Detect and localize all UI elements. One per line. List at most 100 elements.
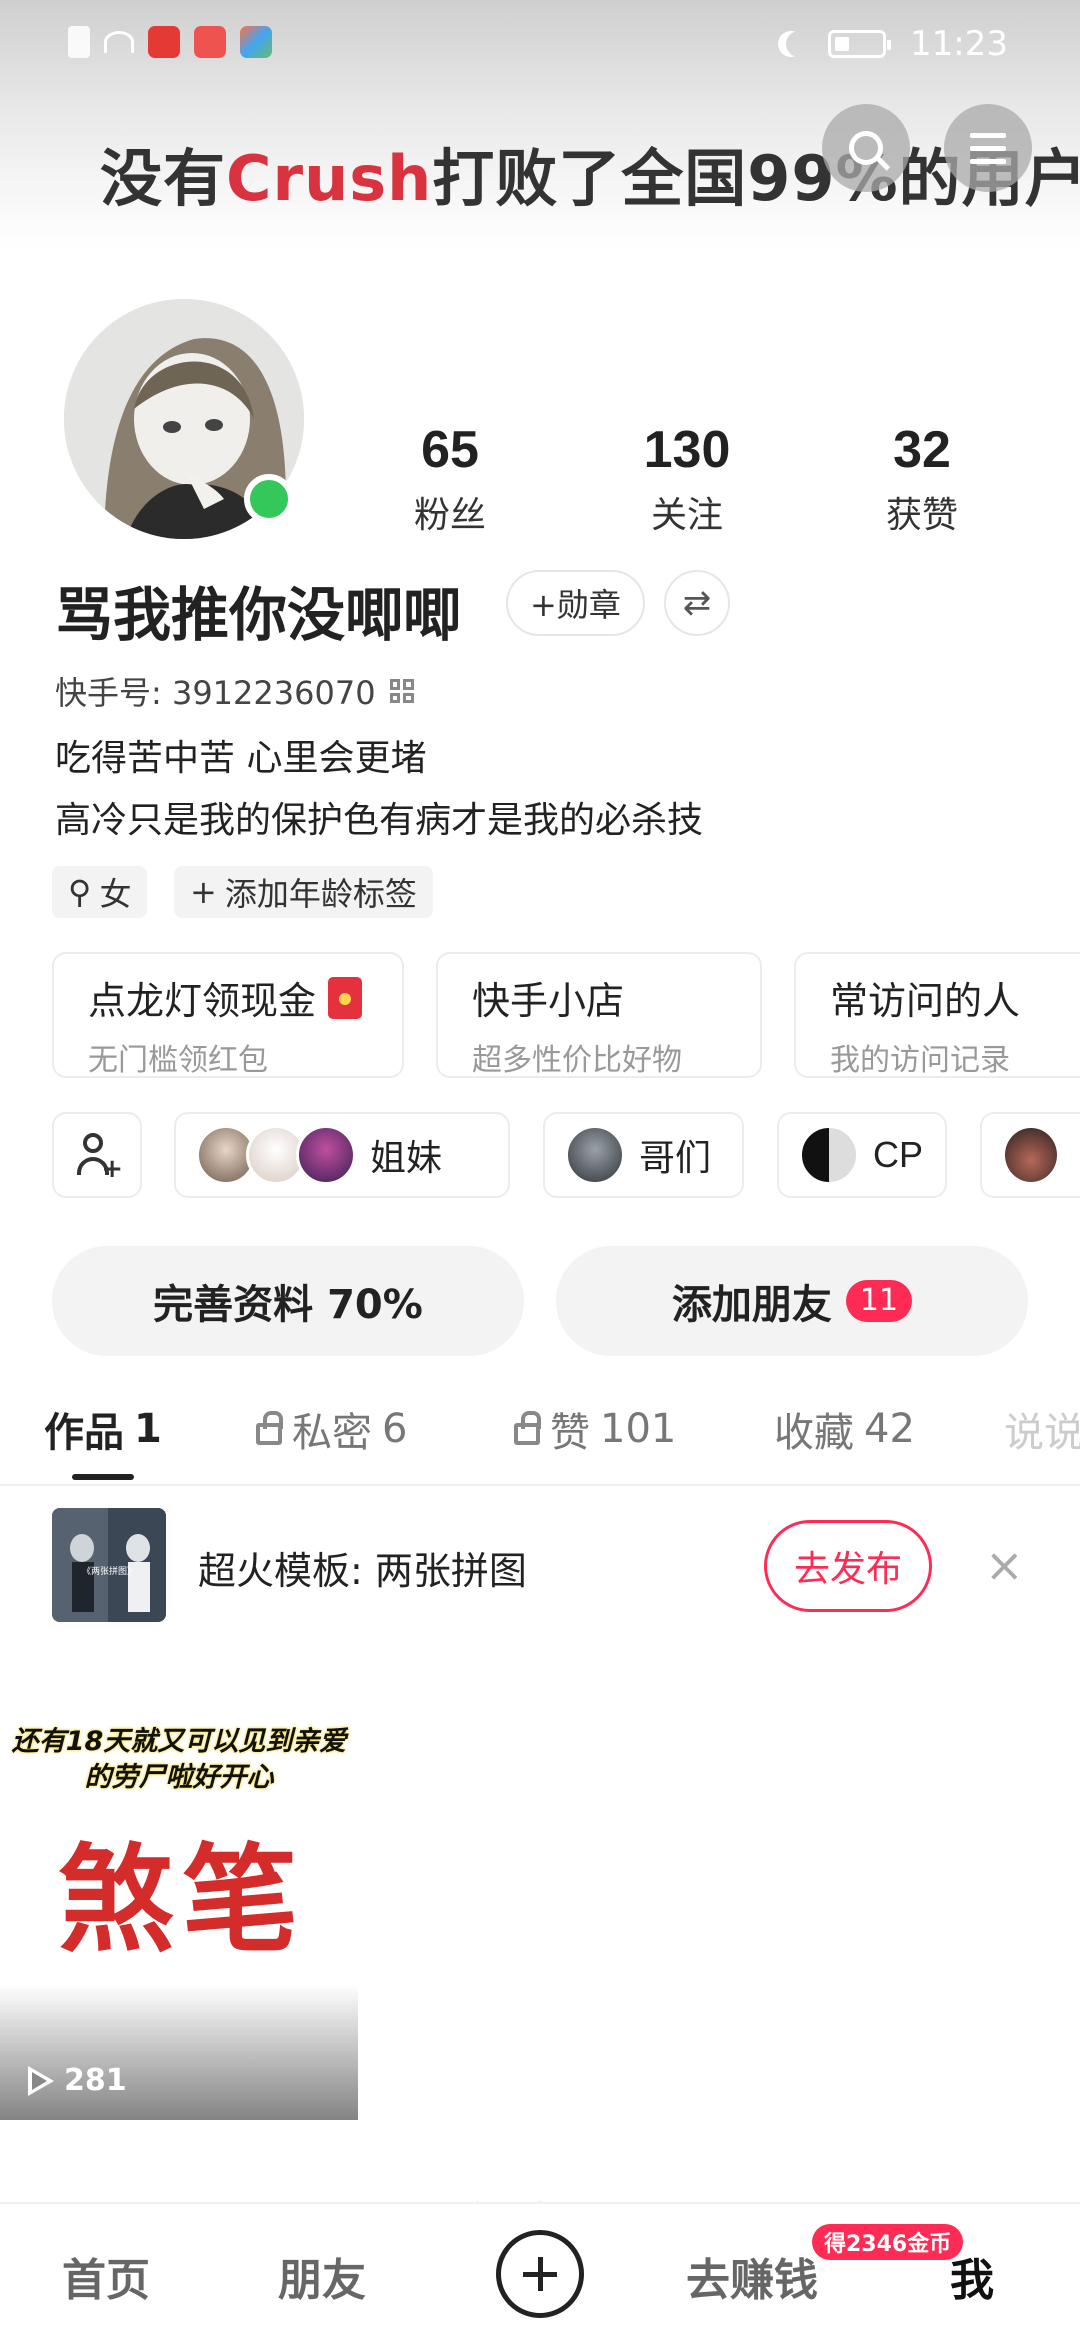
- active-tab-indicator: [72, 1474, 134, 1480]
- tab-works[interactable]: 作品 1: [44, 1400, 162, 1458]
- bio-line-1: 吃得苦中苦 心里会更堵: [55, 738, 427, 779]
- video-big-text: 煞笔: [58, 1833, 306, 1968]
- stat-following-value: 130: [643, 421, 731, 479]
- nav-earn[interactable]: 去赚钱: [686, 2244, 818, 2308]
- template-thumbnail[interactable]: 《两张拼图》: [52, 1508, 166, 1622]
- stat-fans-value: 65: [421, 421, 479, 479]
- user-id[interactable]: 快手号: 3912236070: [55, 668, 414, 714]
- video-card[interactable]: 还有18天就又可以见到亲爱的劳尸啦好开心 煞笔 281: [0, 1716, 358, 2120]
- tab-favorites-label: 收藏: [774, 1410, 854, 1456]
- complete-profile-button[interactable]: 完善资料 70%: [52, 1246, 524, 1356]
- group-cp[interactable]: CP: [777, 1112, 947, 1198]
- tab-liked[interactable]: 赞 101: [514, 1400, 676, 1458]
- sim-icon: [68, 26, 90, 58]
- group-avatar: [296, 1125, 356, 1185]
- menu-button[interactable]: [944, 104, 1032, 192]
- bio-line-2: 高冷只是我的保护色有病才是我的必杀技: [55, 800, 704, 841]
- swap-icon: ⇄: [682, 583, 712, 623]
- tab-favorites[interactable]: 收藏 42: [774, 1400, 915, 1458]
- nav-home[interactable]: 首页: [62, 2244, 150, 2308]
- online-status-dot: [244, 474, 294, 524]
- video-shade: [0, 1984, 358, 2120]
- tab-favorites-count: 42: [864, 1406, 915, 1452]
- search-button[interactable]: [822, 104, 910, 192]
- status-icons-right: 11:23: [778, 24, 1008, 64]
- tab-private-count: 6: [382, 1406, 408, 1452]
- gender-tag[interactable]: ⚲ 女: [52, 866, 148, 918]
- user-id-label: 快手号: 3912236070: [55, 674, 376, 712]
- do-not-disturb-icon: [786, 31, 812, 57]
- play-count: 281: [28, 2063, 127, 2098]
- tab-private[interactable]: 私密 6: [256, 1400, 407, 1458]
- play-icon: [28, 2065, 54, 2096]
- tab-posts-label: 说说: [1004, 1410, 1080, 1456]
- status-time: 11:23: [910, 24, 1008, 64]
- play-count-value: 281: [64, 2063, 127, 2098]
- lock-icon: [514, 1411, 541, 1445]
- publish-button[interactable]: 去发布: [764, 1520, 932, 1612]
- card-lantern-sub: 无门槛领红包: [88, 1043, 268, 1078]
- stat-following-label: 关注: [650, 495, 723, 536]
- group-brothers-label: 哥们: [639, 1138, 712, 1179]
- tab-private-label: 私密: [292, 1410, 372, 1456]
- qr-code-icon[interactable]: [389, 679, 414, 703]
- card-shop[interactable]: 快手小店 超多性价比好物: [436, 952, 762, 1078]
- card-visitors-sub: 我的访问记录: [830, 1043, 1010, 1078]
- nav-friends[interactable]: 朋友: [278, 2244, 366, 2308]
- coin-reward-badge: 得2346金币: [812, 2224, 964, 2260]
- add-age-tag[interactable]: + 添加年龄标签: [174, 866, 433, 918]
- tab-liked-label: 赞: [550, 1410, 590, 1456]
- tab-works-count: 1: [134, 1406, 162, 1452]
- card-lantern-cash[interactable]: 点龙灯领现金 无门槛领红包: [52, 952, 404, 1078]
- stat-fans[interactable]: 65 粉丝: [370, 420, 530, 538]
- group-brothers[interactable]: 哥们: [543, 1112, 744, 1198]
- status-bar: 11:23: [0, 0, 1080, 90]
- switch-account-button[interactable]: ⇄: [664, 570, 730, 636]
- add-medal-button[interactable]: +勋章: [506, 570, 645, 636]
- group-avatar: [799, 1125, 859, 1185]
- menu-icon: [970, 132, 1006, 164]
- tab-works-label: 作品: [44, 1410, 124, 1456]
- nickname: 骂我推你没唧唧: [55, 581, 462, 649]
- add-friend-badge: 11: [845, 1280, 913, 1322]
- tab-divider: [0, 1484, 1080, 1486]
- add-group-button[interactable]: +: [52, 1112, 142, 1198]
- video-caption: 还有18天就又可以见到亲爱的劳尸啦好开心: [11, 1726, 347, 1793]
- close-icon[interactable]: ×: [985, 1540, 1024, 1590]
- red-envelope-icon: [328, 976, 363, 1019]
- stat-following[interactable]: 130 关注: [607, 420, 767, 538]
- card-lantern-title: 点龙灯领现金: [88, 979, 317, 1023]
- stat-likes-label: 获赞: [885, 495, 958, 536]
- lock-icon: [256, 1411, 283, 1445]
- stat-likes-value: 32: [893, 421, 951, 479]
- app-notify-icon-2: [194, 26, 226, 58]
- group-avatar: [1002, 1125, 1060, 1185]
- card-shop-sub: 超多性价比好物: [472, 1043, 682, 1078]
- group-more[interactable]: [980, 1112, 1080, 1198]
- app-notify-icon-1: [148, 26, 180, 58]
- card-frequent-visitors[interactable]: 常访问的人 我的访问记录: [794, 952, 1080, 1078]
- bio: 吃得苦中苦 心里会更堵 高冷只是我的保护色有病才是我的必杀技: [55, 728, 703, 852]
- stat-fans-label: 粉丝: [413, 495, 486, 536]
- stat-likes[interactable]: 32 获赞: [842, 420, 1002, 538]
- add-person-icon: +: [77, 1133, 123, 1182]
- cover-text-prefix: 没有: [100, 142, 227, 215]
- female-icon: ⚲: [68, 873, 92, 911]
- create-post-button[interactable]: [496, 2230, 584, 2318]
- group-avatar: [565, 1125, 625, 1185]
- tab-posts[interactable]: 说说: [1004, 1400, 1080, 1458]
- template-thumb-text: 《两张拼图》: [82, 1565, 136, 1577]
- add-friend-button[interactable]: 添加朋友 11: [556, 1246, 1028, 1356]
- wifi-icon: [104, 31, 134, 53]
- group-sisters[interactable]: 姐妹: [174, 1112, 510, 1198]
- add-age-tag-label: 添加年龄标签: [224, 875, 417, 913]
- app-notify-icon-3: [240, 26, 272, 58]
- bottom-nav: 首页 朋友 去赚钱 我: [0, 2202, 1080, 2340]
- search-icon: [849, 131, 883, 165]
- group-cp-label: CP: [873, 1134, 924, 1175]
- complete-profile-label: 完善资料 70%: [153, 1282, 423, 1328]
- tab-liked-count: 101: [600, 1406, 677, 1452]
- cover-text-red: Crush: [226, 142, 433, 215]
- battery-icon: [828, 30, 892, 58]
- cover-title: 没有Crush打败了全国99%的用户: [100, 128, 1080, 218]
